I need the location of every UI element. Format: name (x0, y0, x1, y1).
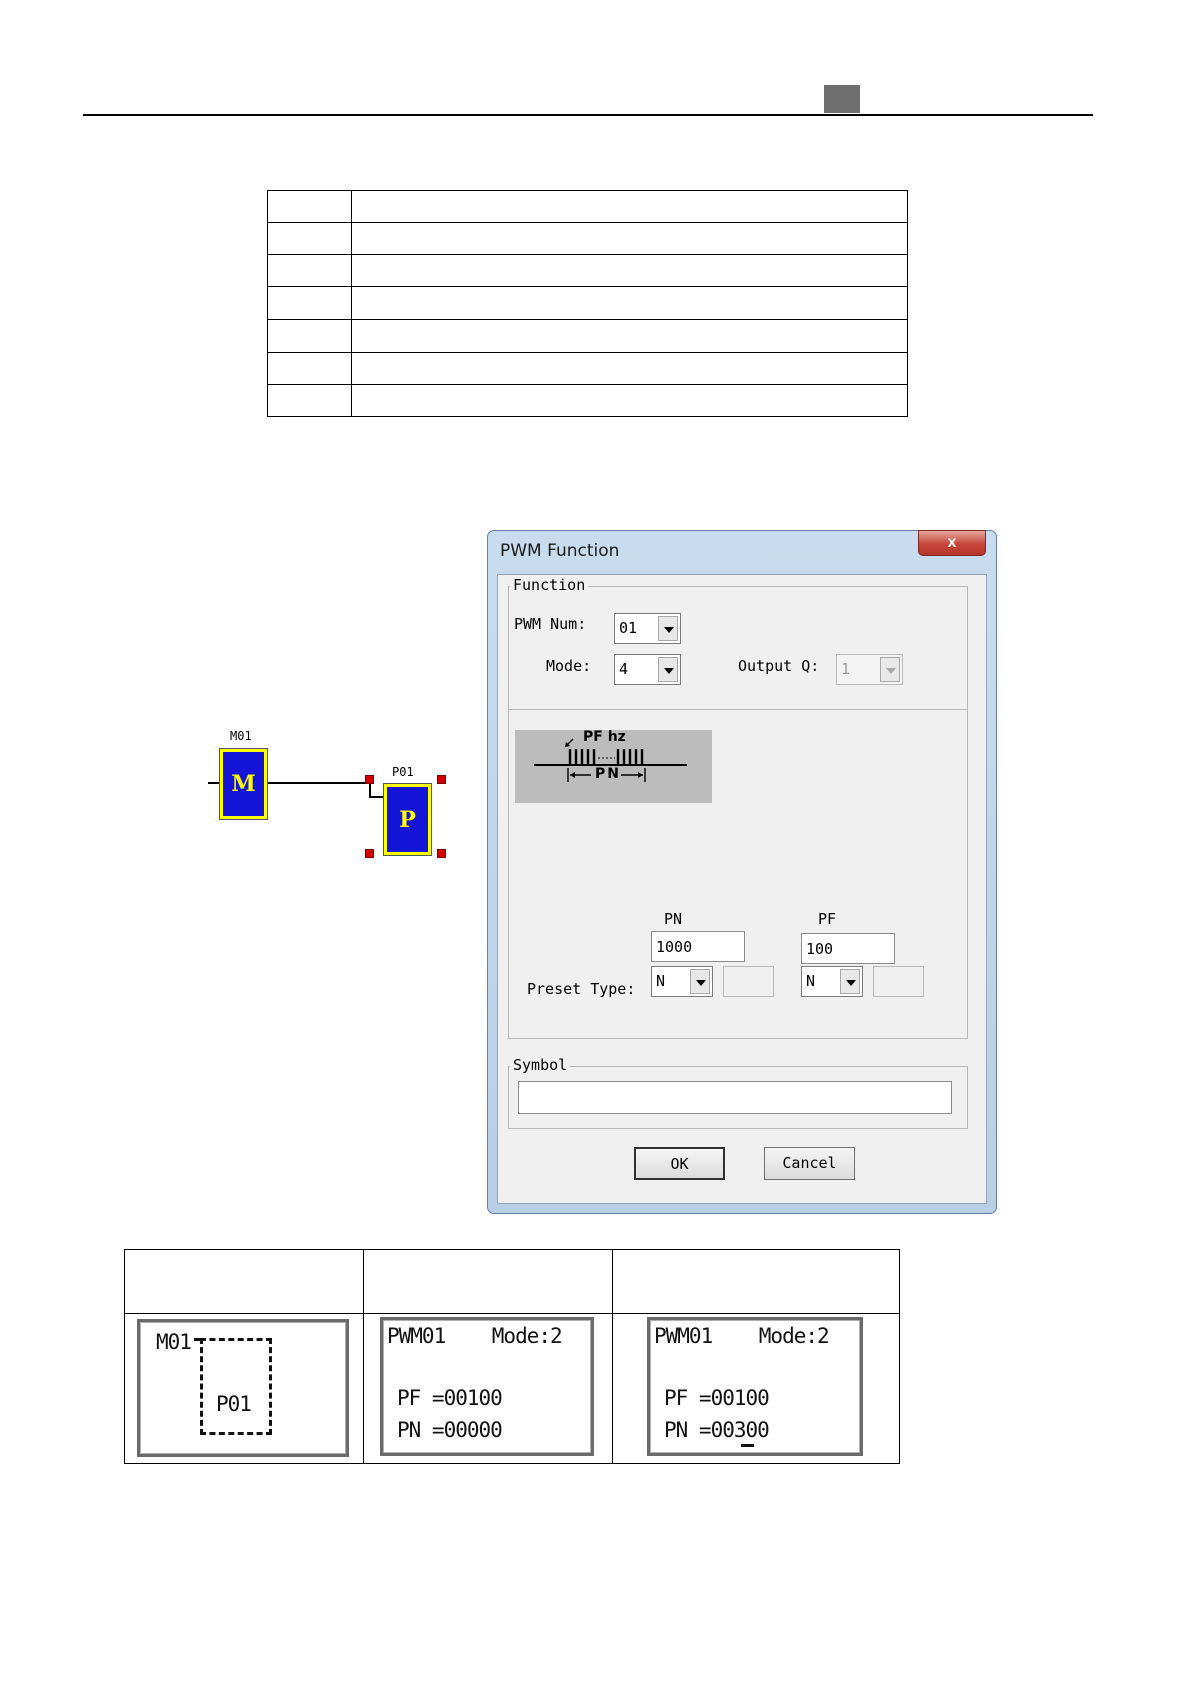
pwm-waveform-illustration: PF hz PN (515, 729, 712, 803)
coil-letter: M (223, 752, 264, 816)
pf-value: 100 (806, 940, 834, 958)
dialog-title: PWM Function (500, 541, 620, 561)
pn-value-input[interactable]: 1000 (651, 931, 745, 962)
pf-value-input[interactable]: 100 (801, 933, 895, 964)
lcd-panel-pwm-initial: PWM01 Mode:2 PF =00100 PN =00000 (380, 1317, 594, 1456)
function-divider (509, 709, 967, 710)
table-row (267, 190, 908, 223)
lcd-pwm-block-outline (200, 1338, 272, 1435)
pwm-function-dialog: PWM Function x Function PWM Num: 01 Mode… (487, 530, 997, 1214)
lcd-wire (194, 1338, 203, 1341)
cancel-button[interactable]: Cancel (764, 1147, 855, 1180)
pn-header: PN (664, 910, 683, 928)
pf-preset-address-field (873, 966, 924, 997)
lcd-panel-pwm-edited: PWM01 Mode:2 PF =00100 PN =00300 (647, 1317, 863, 1456)
resize-handle-top-right[interactable] (437, 775, 446, 784)
header-rule (83, 114, 1093, 116)
pwm-num-value: 01 (619, 619, 638, 637)
table-row (267, 286, 908, 320)
chevron-down-icon[interactable] (840, 969, 860, 994)
function-group-label: Function (510, 576, 589, 594)
close-icon: x (947, 534, 957, 551)
header-marker (824, 85, 860, 113)
pwm-letter: P (387, 787, 428, 852)
parameter-table (267, 190, 908, 417)
symbol-group-label: Symbol (510, 1056, 571, 1074)
wire-link (268, 782, 370, 784)
table-row: M01 P01 PWM01 Mode:2 PF =00100 PN =00000… (124, 1313, 900, 1464)
lcd-pf-line: PF =00100 (397, 1386, 503, 1410)
lcd-pwm-label: P01 (216, 1392, 252, 1416)
coil-label: M01 (230, 729, 252, 743)
mode-select[interactable]: 4 (614, 654, 681, 685)
pn-preset-address-field (723, 966, 774, 997)
table-header-row (124, 1249, 900, 1314)
pwm-num-label: PWM Num: (514, 615, 587, 633)
pwm-num-select[interactable]: 01 (614, 613, 681, 644)
mode-value: 4 (619, 660, 629, 678)
coil-block-m01[interactable]: M (219, 748, 268, 820)
ok-button[interactable]: OK (634, 1147, 725, 1180)
preset-type-label: Preset Type: (527, 980, 636, 998)
lcd-pwm-header: PWM01 Mode:2 (387, 1324, 563, 1348)
lcd-panel-ladder: M01 P01 (137, 1319, 349, 1457)
resize-handle-bottom-right[interactable] (437, 849, 446, 858)
chevron-down-icon[interactable] (690, 969, 710, 994)
lcd-display-table: M01 P01 PWM01 Mode:2 PF =00100 PN =00000… (124, 1249, 900, 1464)
output-q-select: 1 (836, 654, 903, 685)
pn-caption: PN (595, 766, 621, 782)
lcd-coil-label: M01 (156, 1330, 192, 1354)
pf-hz-caption: PF hz (583, 729, 626, 745)
table-row (267, 222, 908, 255)
chevron-down-icon[interactable] (658, 616, 678, 641)
table-row (267, 254, 908, 287)
pwm-block-p01[interactable]: P (383, 783, 432, 856)
output-q-label: Output Q: (738, 657, 820, 675)
lcd-pf-line: PF =00100 (664, 1386, 770, 1410)
resize-handle-top-left[interactable] (365, 775, 374, 784)
lcd-cursor (741, 1444, 754, 1447)
pwm-label: P01 (392, 765, 414, 779)
chevron-down-icon (880, 657, 900, 682)
lcd-pwm-header: PWM01 Mode:2 (654, 1324, 830, 1348)
output-q-value: 1 (841, 660, 851, 678)
pf-preset-type-select[interactable]: N (801, 966, 863, 997)
close-button[interactable]: x (918, 530, 986, 556)
mode-label: Mode: (546, 657, 592, 675)
pn-preset-type-value: N (656, 972, 666, 990)
table-row (267, 384, 908, 417)
lcd-pn-line: PN =00000 (397, 1418, 503, 1442)
resize-handle-bottom-left[interactable] (365, 849, 374, 858)
table-row (267, 352, 908, 385)
table-row (267, 319, 908, 353)
pf-preset-type-value: N (806, 972, 816, 990)
chevron-down-icon[interactable] (658, 657, 678, 682)
symbol-input[interactable] (518, 1081, 952, 1114)
pn-preset-type-select[interactable]: N (651, 966, 713, 997)
dialog-client: Function PWM Num: 01 Mode: 4 Output Q: 1 (497, 574, 987, 1204)
pn-value: 1000 (656, 938, 693, 956)
lcd-pn-line: PN =00300 (664, 1418, 770, 1442)
pf-header: PF (818, 910, 837, 928)
